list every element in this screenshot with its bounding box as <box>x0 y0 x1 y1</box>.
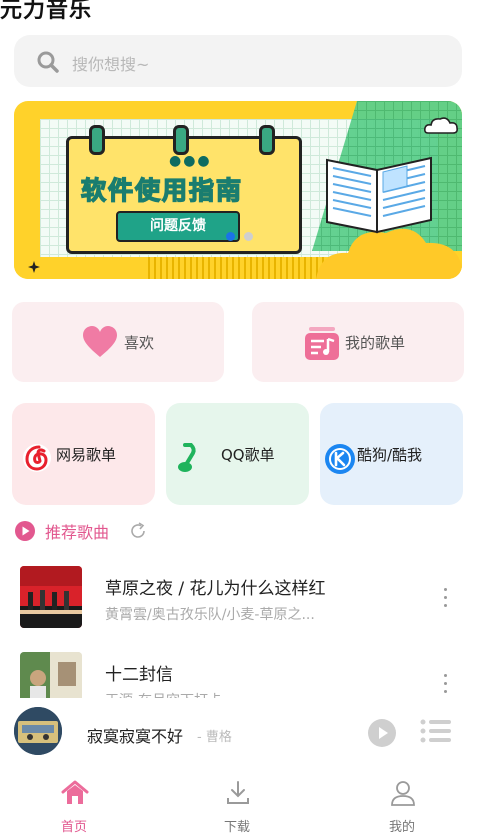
play-circle-icon <box>15 521 35 541</box>
tab-bar: 首页 下载 我的 <box>0 768 481 835</box>
mini-player[interactable]: 寂寞寂寞不好 - 曹格 <box>0 698 481 766</box>
heart-icon <box>83 326 117 357</box>
player-artist: - 曹格 <box>197 730 232 745</box>
qq-playlist-button[interactable]: QQ歌单 <box>166 403 309 505</box>
favorites-label: 喜欢 <box>124 334 155 352</box>
tab-download[interactable]: 下载 <box>177 768 297 835</box>
banner[interactable]: ●●● 软件使用指南 问题反馈 <box>14 101 462 279</box>
feedback-button[interactable]: 问题反馈 <box>116 211 240 242</box>
kugou-playlist-button[interactable]: 酷狗/酷我 <box>320 403 463 505</box>
carousel-dot-active[interactable] <box>226 232 235 241</box>
tab-home[interactable]: 首页 <box>14 768 134 835</box>
kugou-icon <box>325 444 355 474</box>
sparkle-icon <box>28 261 40 273</box>
tab-mine-label: 我的 <box>388 820 415 835</box>
download-icon <box>227 781 249 804</box>
kugou-label: 酷狗/酷我 <box>357 446 423 464</box>
banner-title: 软件使用指南 <box>80 175 244 205</box>
play-icon[interactable] <box>367 718 397 748</box>
song-subtitle: 王源-在月空下打卡 <box>105 690 222 698</box>
song-subtitle: 黄霄雲/奥古孜乐队/小麦-草原之... <box>105 607 315 623</box>
playlist-queue-icon[interactable] <box>420 717 452 745</box>
favorites-button[interactable]: 喜欢 <box>12 302 224 382</box>
song-item[interactable]: 草原之夜 / 花儿为什么这样红 黄霄雲/奥古孜乐队/小麦-草原之... <box>0 566 481 648</box>
search-bar[interactable]: 搜你想搜~ <box>14 35 462 87</box>
song-item[interactable]: 十二封信 王源-在月空下打卡 <box>0 652 481 698</box>
player-song-title: 寂寞寂寞不好 <box>87 727 184 746</box>
song-cover <box>20 566 82 628</box>
more-options-icon[interactable] <box>438 588 452 616</box>
tab-download-label: 下载 <box>223 820 250 835</box>
user-icon <box>391 781 415 806</box>
search-placeholder: 搜你想搜~ <box>72 55 150 74</box>
qq-label: QQ歌单 <box>221 446 275 464</box>
recommend-title: 推荐歌曲 <box>45 523 110 542</box>
qq-music-icon <box>178 443 196 472</box>
more-options-icon[interactable] <box>438 674 452 698</box>
tab-mine[interactable]: 我的 <box>342 768 462 835</box>
guide-card: ●●● 软件使用指南 问题反馈 <box>66 125 302 254</box>
home-icon <box>61 780 89 804</box>
dots-icon: ●●● <box>169 153 212 169</box>
netease-icon <box>23 444 51 472</box>
song-cover <box>20 652 82 698</box>
refresh-icon[interactable] <box>128 521 148 541</box>
my-playlists-label: 我的歌单 <box>345 334 406 352</box>
book-icon <box>326 156 432 234</box>
song-title: 十二封信 <box>105 665 173 685</box>
app-title: 元力音乐 <box>0 0 93 23</box>
search-icon <box>37 51 59 73</box>
carousel-dot[interactable] <box>244 232 253 241</box>
song-title: 草原之夜 / 花儿为什么这样红 <box>105 579 326 599</box>
tab-home-label: 首页 <box>60 820 87 835</box>
my-playlists-button[interactable]: 我的歌单 <box>252 302 464 382</box>
netease-playlist-button[interactable]: 网易歌单 <box>12 403 155 505</box>
player-cover <box>14 707 62 755</box>
cloud-icon <box>424 117 458 134</box>
playlist-icon <box>305 327 339 360</box>
netease-label: 网易歌单 <box>56 446 117 464</box>
